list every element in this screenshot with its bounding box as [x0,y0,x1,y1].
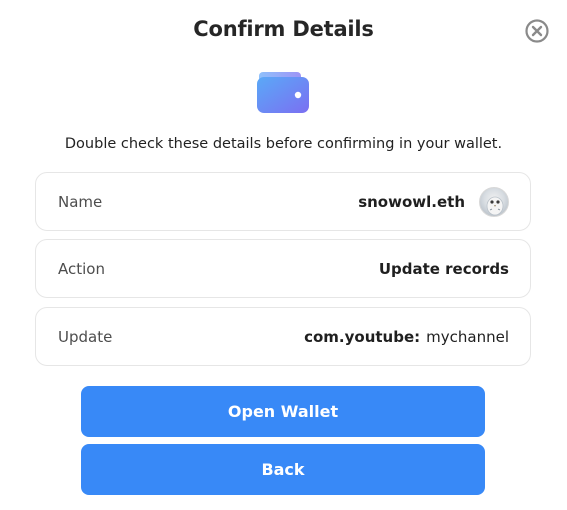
close-button[interactable] [524,18,550,44]
update-record-key: com.youtube: [304,327,421,346]
owl-avatar-icon [479,186,509,217]
update-record-value: mychannel [426,327,509,346]
update-value-group: com.youtube: mychannel [304,328,509,346]
action-value: Update records [378,259,509,278]
update-label: Update [58,327,113,346]
detail-row-update: Update com.youtube: mychannel [35,307,531,366]
name-value-group: snowowl.eth [358,186,509,217]
dialog-title: Confirm Details [193,17,374,41]
close-icon [525,19,549,43]
confirm-details-dialog: Confirm Details Double check these detai… [0,0,567,510]
open-wallet-button[interactable]: Open Wallet [81,386,485,437]
action-label: Action [58,259,105,278]
name-label: Name [58,192,103,211]
detail-row-name: Name snowowl.eth [35,172,531,231]
detail-row-action: Action Update records [35,239,531,298]
wallet-icon [257,71,309,113]
name-value: snowowl.eth [358,192,465,211]
dialog-subtitle: Double check these details before confir… [64,136,503,152]
back-button[interactable]: Back [81,444,485,495]
